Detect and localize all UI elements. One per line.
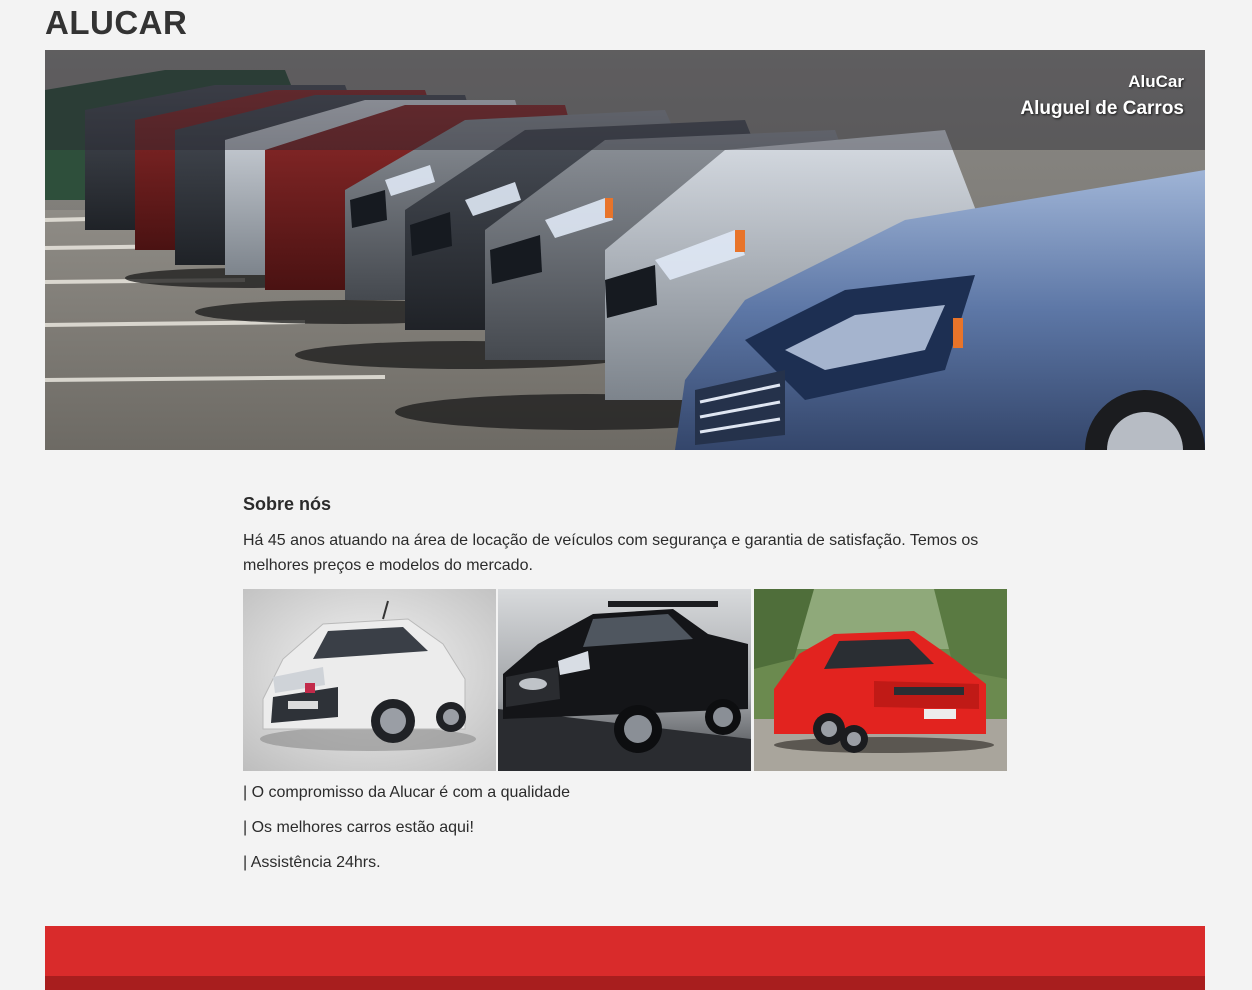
about-section: Sobre nós Há 45 anos atuando na área de … — [243, 490, 1007, 578]
highlight-assistance: | Assistência 24hrs. — [243, 854, 381, 871]
red-hatchback-photo — [754, 589, 1007, 771]
highlight-quality: | O compromisso da Alucar é com a qualid… — [243, 784, 570, 801]
about-title: Sobre nós — [243, 494, 332, 514]
car-gallery — [243, 589, 1007, 771]
black-pickup-photo — [498, 589, 751, 771]
hero-caption: AluCar Aluguel de Carros — [1020, 70, 1184, 124]
hero-caption-brand: AluCar — [1128, 72, 1184, 91]
highlights-list: | O compromisso da Alucar é com a qualid… — [243, 783, 1007, 888]
hero-banner: AluCar Aluguel de Carros — [45, 50, 1205, 450]
about-description: Há 45 anos atuando na área de locação de… — [243, 532, 979, 574]
site-logo[interactable]: ALUCAR — [45, 4, 187, 42]
hero-caption-tagline: Aluguel de Carros — [1020, 98, 1184, 119]
page: ALUCAR AluCar Aluguel de Carros Sobre nó… — [0, 0, 1252, 990]
footer-bottom-strip — [45, 976, 1205, 990]
white-hatchback-photo — [243, 589, 496, 771]
footer — [45, 926, 1205, 990]
highlight-best-cars: | Os melhores carros estão aqui! — [243, 819, 474, 836]
